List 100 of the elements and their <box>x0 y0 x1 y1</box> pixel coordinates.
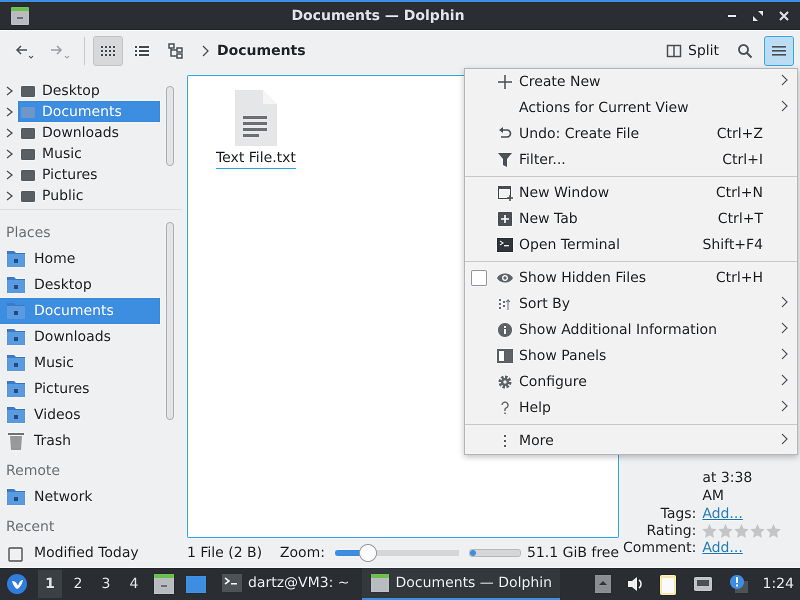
menu-item[interactable]: Filter... Ctrl+I <box>465 147 797 173</box>
drawer-icon[interactable] <box>153 574 175 594</box>
menu-item[interactable]: Configure <box>465 369 797 395</box>
drawer-icon <box>10 7 30 25</box>
filter-icon <box>498 153 512 167</box>
folder-icon <box>6 276 26 294</box>
desktop-switcher[interactable]: 1 <box>38 570 62 598</box>
section-heading: Places <box>5 224 52 243</box>
eye-icon <box>497 272 513 284</box>
split-view-icon <box>666 43 682 59</box>
menu-item[interactable]: Show Additional Information <box>465 317 797 343</box>
window-title: Documents — Dolphin <box>290 8 466 24</box>
network-icon[interactable] <box>692 575 713 593</box>
folder-icon <box>6 406 26 424</box>
folder-icon <box>6 354 26 372</box>
places-item[interactable]: Modified Today <box>0 540 160 566</box>
places-item[interactable]: Network <box>0 484 160 510</box>
breadcrumb-item[interactable]: Documents <box>217 43 306 59</box>
info-label: Tags: <box>660 506 696 522</box>
folder-icon <box>20 168 36 182</box>
terminal-icon <box>222 574 242 592</box>
menu-item[interactable]: Sort By <box>465 291 797 317</box>
sort-icon <box>498 297 512 311</box>
scrollbar-thumb[interactable] <box>166 86 174 166</box>
places-item[interactable]: Home <box>0 246 160 272</box>
add-link[interactable]: Add... <box>702 540 792 556</box>
task-button[interactable]: dartz@VM3: ~ <box>214 568 358 600</box>
maximize-icon[interactable] <box>752 10 764 22</box>
free-space-label: 51.1 GiB free <box>526 545 619 561</box>
folder-tree-item[interactable]: Public <box>18 185 160 206</box>
folder-icon <box>20 146 36 160</box>
desktop-switcher[interactable]: 2 <box>66 570 90 598</box>
menu-item[interactable]: New Window Ctrl+N <box>465 180 797 206</box>
folder-icon <box>6 328 26 346</box>
info-label: Comment: <box>623 540 696 556</box>
slider-thumb[interactable] <box>359 544 378 562</box>
places-item[interactable]: Downloads <box>0 324 160 350</box>
drawer-icon <box>370 574 390 592</box>
places-item[interactable]: Music <box>0 350 160 376</box>
section-heading: Remote <box>5 462 62 481</box>
desktop-switcher[interactable]: 4 <box>122 570 146 598</box>
menu-item[interactable]: Show Panels <box>465 343 797 369</box>
folder-icon <box>6 250 26 268</box>
zoom-label: Zoom: <box>280 545 325 561</box>
places-item[interactable]: Trash <box>0 428 160 454</box>
folder-icon <box>6 488 26 506</box>
menu-button[interactable] <box>764 36 794 66</box>
volume-icon[interactable] <box>626 576 643 592</box>
folder-tree-item[interactable]: Desktop <box>18 80 160 101</box>
menu-item[interactable]: Undo: Create File Ctrl+Z <box>465 121 797 147</box>
help-icon <box>500 401 510 415</box>
desktop-switcher[interactable]: 3 <box>94 570 118 598</box>
settings-icon <box>498 375 512 389</box>
list-icon <box>134 43 150 59</box>
clock[interactable]: 1:24 <box>762 576 794 592</box>
places-item[interactable]: Videos <box>0 402 160 428</box>
scrollbar-thumb[interactable] <box>166 222 174 420</box>
folder-icon <box>20 104 36 118</box>
task-button[interactable]: Documents — Dolphin <box>362 568 560 600</box>
folder-icon <box>6 302 26 320</box>
menu-item[interactable]: Actions for Current View <box>465 95 797 121</box>
folder-icon <box>20 84 36 98</box>
menu-item[interactable]: New Tab Ctrl+T <box>465 206 797 232</box>
close-icon[interactable] <box>778 10 790 22</box>
menu-item[interactable]: Open Terminal Shift+F4 <box>465 232 797 258</box>
terminal-icon <box>497 238 513 252</box>
folder-icon <box>20 126 36 140</box>
places-item[interactable]: Desktop <box>0 272 160 298</box>
checkbox[interactable] <box>471 270 487 286</box>
icon-view-button[interactable] <box>93 36 123 66</box>
text-file-icon[interactable] <box>232 90 279 146</box>
menu-item[interactable]: More <box>465 428 797 454</box>
plus-icon <box>497 74 513 90</box>
add-link[interactable]: Add... <box>702 506 792 522</box>
expand-tray-icon[interactable] <box>594 575 611 593</box>
menu-item[interactable]: Show Hidden Files Ctrl+H <box>465 265 797 291</box>
notification-icon[interactable] <box>728 574 749 594</box>
menu-item[interactable]: Help <box>465 395 797 421</box>
desktop-icon[interactable] <box>185 574 207 594</box>
new-window-icon <box>498 186 512 200</box>
folder-tree-item[interactable]: Downloads <box>18 122 160 143</box>
start-menu-icon[interactable] <box>6 573 28 595</box>
folder-icon <box>20 188 36 202</box>
more-icon <box>503 434 507 448</box>
undo-icon <box>498 127 512 141</box>
info-label: Rating: <box>645 523 696 539</box>
places-item[interactable]: Pictures <box>0 376 160 402</box>
chevron-right-icon <box>201 45 209 57</box>
grid-icon <box>100 43 116 59</box>
trash-icon <box>6 432 26 450</box>
menu-item[interactable]: Create New <box>465 69 797 95</box>
search-icon <box>737 43 753 59</box>
panels-icon <box>497 349 513 363</box>
file-name[interactable]: Text File.txt <box>216 150 296 169</box>
new-tab-icon <box>498 212 512 226</box>
clipboard-icon[interactable] <box>658 573 677 595</box>
folder-tree-item[interactable]: Music <box>18 143 160 164</box>
folder-tree-item[interactable]: Pictures <box>18 164 160 185</box>
modified-date: at 3:38 AM <box>702 469 754 505</box>
split-button[interactable]: Split <box>658 36 726 66</box>
